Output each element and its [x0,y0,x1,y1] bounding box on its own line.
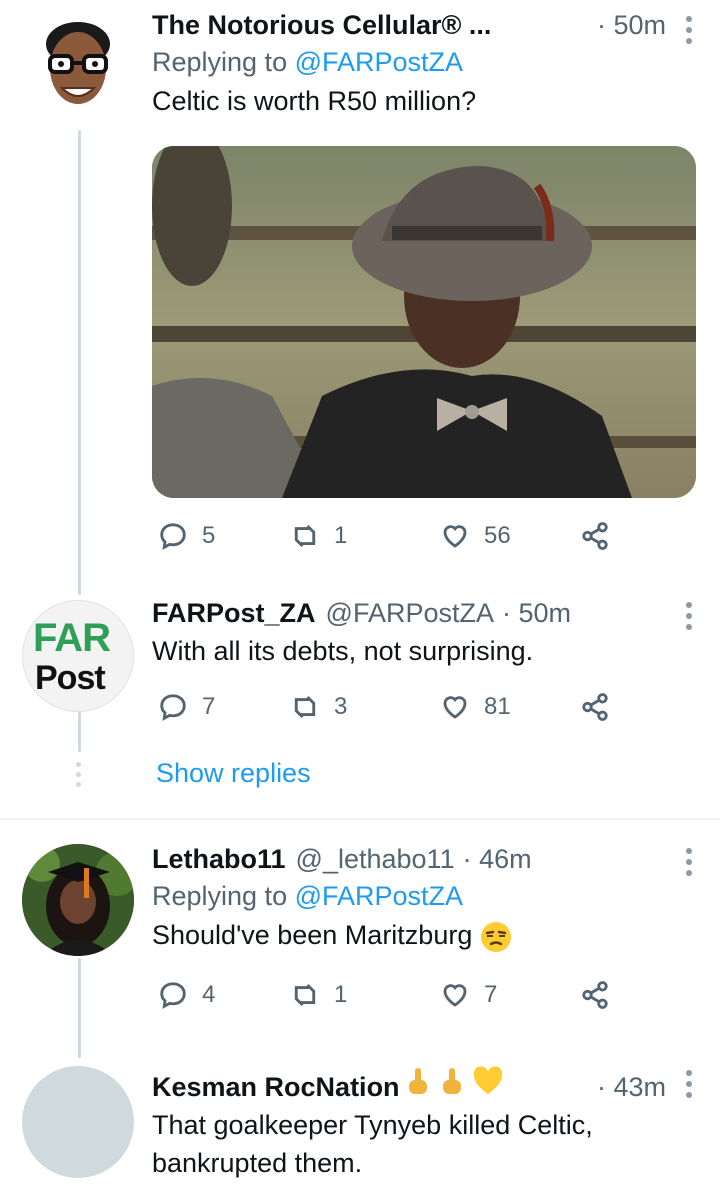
like-count: 7 [484,981,498,1008]
yellow-heart-icon [473,1066,502,1094]
more-vertical-icon[interactable] [686,1070,694,1103]
reply-count: 7 [202,693,216,720]
tweet-text: Should've been Maritzburg [152,916,700,954]
author-name[interactable]: The Notorious Cellular® ... [152,8,491,42]
tweet-2[interactable]: FAR Post FARPost_ZA @FARPostZA · 50m Wit… [0,590,720,800]
replying-to-label: Replying to [152,881,288,911]
avatar[interactable] [22,844,134,956]
tweet-text-line: That goalkeeper Tynyeb killed Celtic, [152,1110,593,1140]
reply-icon [160,694,186,721]
retweet-icon [294,524,316,548]
reply-button[interactable]: 5 [158,521,215,551]
avatar[interactable] [22,8,134,120]
avatar-placeholder[interactable] [22,1066,134,1178]
retweet-icon [294,695,316,719]
author-name[interactable]: FARPost_ZA [152,596,316,630]
tweet-text-line: bankrupted them. [152,1148,363,1178]
like-button[interactable]: 7 [440,980,497,1010]
replying-to-label: Replying to [152,47,288,77]
replying-to-handle[interactable]: @FARPostZA [295,47,463,77]
replying-to-handle[interactable]: @FARPostZA [295,881,463,911]
reply-button[interactable]: 7 [158,692,215,722]
share-button[interactable] [580,521,610,551]
share-icon [582,522,608,550]
pointing-up-hand-icon [408,1068,427,1094]
like-count: 56 [484,522,511,549]
retweet-button[interactable]: 1 [290,980,347,1010]
reply-button[interactable]: 4 [158,980,215,1010]
tweet-4[interactable]: Kesman RocNation · 43m That goalkeeper T… [0,1062,720,1189]
like-button[interactable]: 56 [440,521,511,551]
show-replies-link[interactable]: Show replies [156,758,311,789]
more-vertical-icon[interactable] [686,848,694,881]
more-vertical-icon[interactable] [686,602,694,635]
share-button[interactable] [580,980,610,1010]
author-name[interactable]: Lethabo11 [152,842,286,876]
like-button[interactable]: 81 [440,692,511,722]
tweet-text: With all its debts, not surprising. [152,636,534,666]
tweet-1[interactable]: The Notorious Cellular® ... · 50m Replyi… [0,0,720,580]
thread-dots [76,762,82,792]
like-count: 81 [484,693,511,720]
unamused-face-icon [480,921,511,952]
divider [0,818,720,820]
reply-count: 4 [202,981,216,1008]
share-icon [582,981,608,1009]
share-icon [582,693,608,721]
retweet-count: 1 [334,981,348,1008]
emoji-group [404,1066,504,1096]
heart-icon [443,984,467,1007]
share-button[interactable] [580,692,610,722]
author-name[interactable]: Kesman RocNation [152,1070,400,1104]
tweet-text-content: Should've been Maritzburg [152,920,473,950]
reply-icon [160,982,186,1009]
tweet-image[interactable] [152,146,696,498]
more-vertical-icon[interactable] [686,16,694,49]
timestamp[interactable]: · 50m [597,8,666,42]
retweet-button[interactable]: 3 [290,692,347,722]
pointing-up-hand-icon [442,1068,461,1094]
author-handle[interactable]: @_lethabo11 [296,842,455,876]
replying-to: Replying to @FARPostZA [152,44,700,80]
heart-icon [443,525,467,548]
retweet-icon [294,983,316,1007]
retweet-count: 3 [334,693,348,720]
retweet-button[interactable]: 1 [290,521,347,551]
avatar[interactable]: FAR Post [22,600,134,712]
tweet-3[interactable]: Lethabo11 @_lethabo11 · 46m Replying to … [0,838,720,1038]
reply-icon [160,523,186,550]
farpost-logo: FAR [33,616,111,660]
replying-to: Replying to @FARPostZA [152,878,700,914]
heart-icon [443,696,467,719]
timestamp[interactable]: · 43m [597,1070,666,1104]
tweet-text: That goalkeeper Tynyeb killed Celtic, ba… [152,1106,700,1182]
tweet-text: Celtic is worth R50 million? [152,86,477,116]
timestamp[interactable]: · 46m [463,842,532,876]
author-handle[interactable]: @FARPostZA [326,596,494,630]
reply-count: 5 [202,522,216,549]
retweet-count: 1 [334,522,348,549]
timestamp[interactable]: · 50m [502,596,571,630]
